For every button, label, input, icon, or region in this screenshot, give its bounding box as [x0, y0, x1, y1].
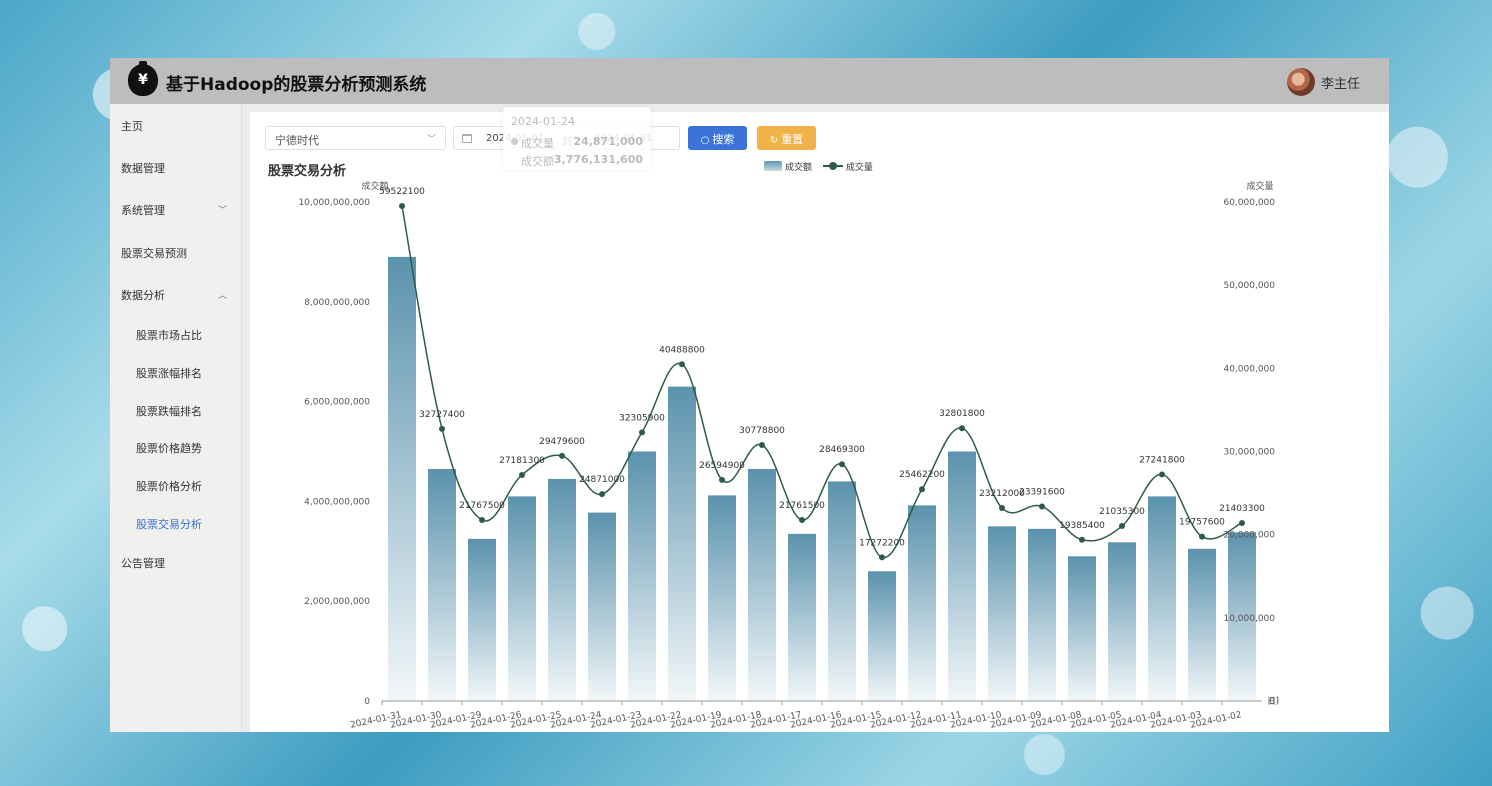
amount-bar — [868, 571, 896, 701]
amount-bar — [508, 496, 536, 701]
volume-data-label: 23391600 — [1019, 487, 1065, 497]
volume-data-label: 28469300 — [819, 445, 865, 455]
amount-bar — [588, 512, 616, 701]
y-left-tick-label: 0 — [364, 697, 370, 707]
trade-analysis-chart: 5952210032727400217675002718130029479600… — [298, 180, 1279, 731]
volume-point — [519, 471, 525, 478]
amount-bar — [908, 505, 936, 701]
y-left-axis-label: 成交额 — [361, 180, 388, 192]
volume-data-label: 32727400 — [419, 410, 465, 420]
amount-bar — [1108, 542, 1136, 701]
volume-point — [559, 452, 565, 459]
amount-bar — [988, 526, 1016, 701]
amount-bar — [668, 386, 696, 701]
volume-data-label: 24871000 — [579, 475, 625, 485]
y-right-tick-label: 20,000,000 — [1223, 531, 1275, 541]
y-left-tick-label: 10,000,000,000 — [298, 198, 370, 208]
volume-data-label: 27241800 — [1139, 455, 1185, 465]
y-right-tick-label: 60,000,000 — [1223, 198, 1275, 208]
y-right-tick-label: 10,000,000 — [1223, 614, 1275, 624]
volume-data-label: 30778800 — [739, 426, 785, 436]
volume-point — [839, 461, 845, 468]
volume-point — [599, 491, 605, 498]
avatar[interactable] — [1287, 68, 1315, 96]
volume-data-label: 40488800 — [659, 345, 705, 355]
volume-point — [759, 442, 765, 449]
amount-bar — [828, 481, 856, 701]
amount-bar — [1068, 556, 1096, 701]
volume-data-label: 25462200 — [899, 470, 945, 480]
amount-bar — [1028, 528, 1056, 701]
user-name[interactable]: 李主任 — [1321, 73, 1360, 92]
volume-point — [1079, 536, 1085, 543]
volume-data-label: 21761500 — [779, 501, 825, 511]
volume-data-label: 21767500 — [459, 501, 505, 511]
x-axis-label: 日期 — [1267, 696, 1279, 707]
amount-bar — [628, 451, 656, 701]
volume-point — [799, 517, 805, 524]
tooltip-date: 2024-01-24 — [511, 115, 575, 128]
volume-data-label: 29479600 — [539, 437, 585, 447]
volume-point — [1159, 471, 1165, 478]
volume-point — [999, 504, 1005, 511]
amount-bar — [748, 468, 776, 701]
volume-data-label: 19385400 — [1059, 521, 1105, 531]
tooltip-volume-value: 24,871,000 — [573, 135, 643, 148]
amount-bar — [388, 256, 416, 701]
chart-tooltip: 2024-01-24 成交量 24,871,000 成交额 3,776,131,… — [503, 107, 651, 170]
y-right-tick-label: 30,000,000 — [1223, 448, 1275, 458]
volume-data-label: 17272200 — [859, 538, 905, 548]
volume-point — [479, 516, 485, 523]
amount-bar — [708, 495, 736, 701]
y-right-tick-label: 50,000,000 — [1223, 281, 1275, 291]
volume-point — [1119, 523, 1125, 530]
amount-bar — [548, 478, 576, 701]
tooltip-volume-label: 成交量 — [521, 137, 554, 150]
volume-data-label: 26594900 — [699, 461, 745, 471]
volume-point — [679, 361, 685, 368]
y-right-tick-label: 40,000,000 — [1223, 364, 1275, 374]
volume-data-label: 21403300 — [1219, 504, 1265, 514]
volume-data-label: 32305900 — [619, 413, 665, 423]
volume-point — [719, 476, 725, 483]
volume-data-label: 27181300 — [499, 456, 545, 466]
amount-bar — [1188, 548, 1216, 701]
volume-point — [1039, 503, 1045, 510]
amount-bar — [468, 538, 496, 701]
volume-point — [1239, 519, 1245, 526]
y-left-tick-label: 4,000,000,000 — [304, 497, 370, 507]
y-right-axis-label: 成交量 — [1246, 180, 1273, 192]
volume-point — [1199, 533, 1205, 540]
volume-data-label: 32801800 — [939, 409, 985, 419]
volume-point — [919, 486, 925, 493]
volume-point — [879, 554, 885, 561]
volume-point — [399, 202, 405, 209]
amount-bar — [788, 533, 816, 701]
y-left-tick-label: 6,000,000,000 — [304, 398, 370, 408]
volume-point — [639, 429, 645, 436]
volume-data-label: 19757600 — [1179, 518, 1225, 528]
amount-bar — [948, 451, 976, 701]
tooltip-amount-label: 成交额 — [521, 155, 554, 168]
amount-bar — [1148, 496, 1176, 701]
y-left-tick-label: 8,000,000,000 — [304, 298, 370, 308]
volume-point — [439, 425, 445, 432]
tooltip-volume-dot — [511, 138, 518, 145]
tooltip-amount-value: 3,776,131,600 — [553, 153, 643, 166]
volume-point — [959, 425, 965, 432]
amount-bar — [428, 468, 456, 701]
volume-data-label: 21035300 — [1099, 507, 1145, 517]
y-left-tick-label: 2,000,000,000 — [304, 597, 370, 607]
